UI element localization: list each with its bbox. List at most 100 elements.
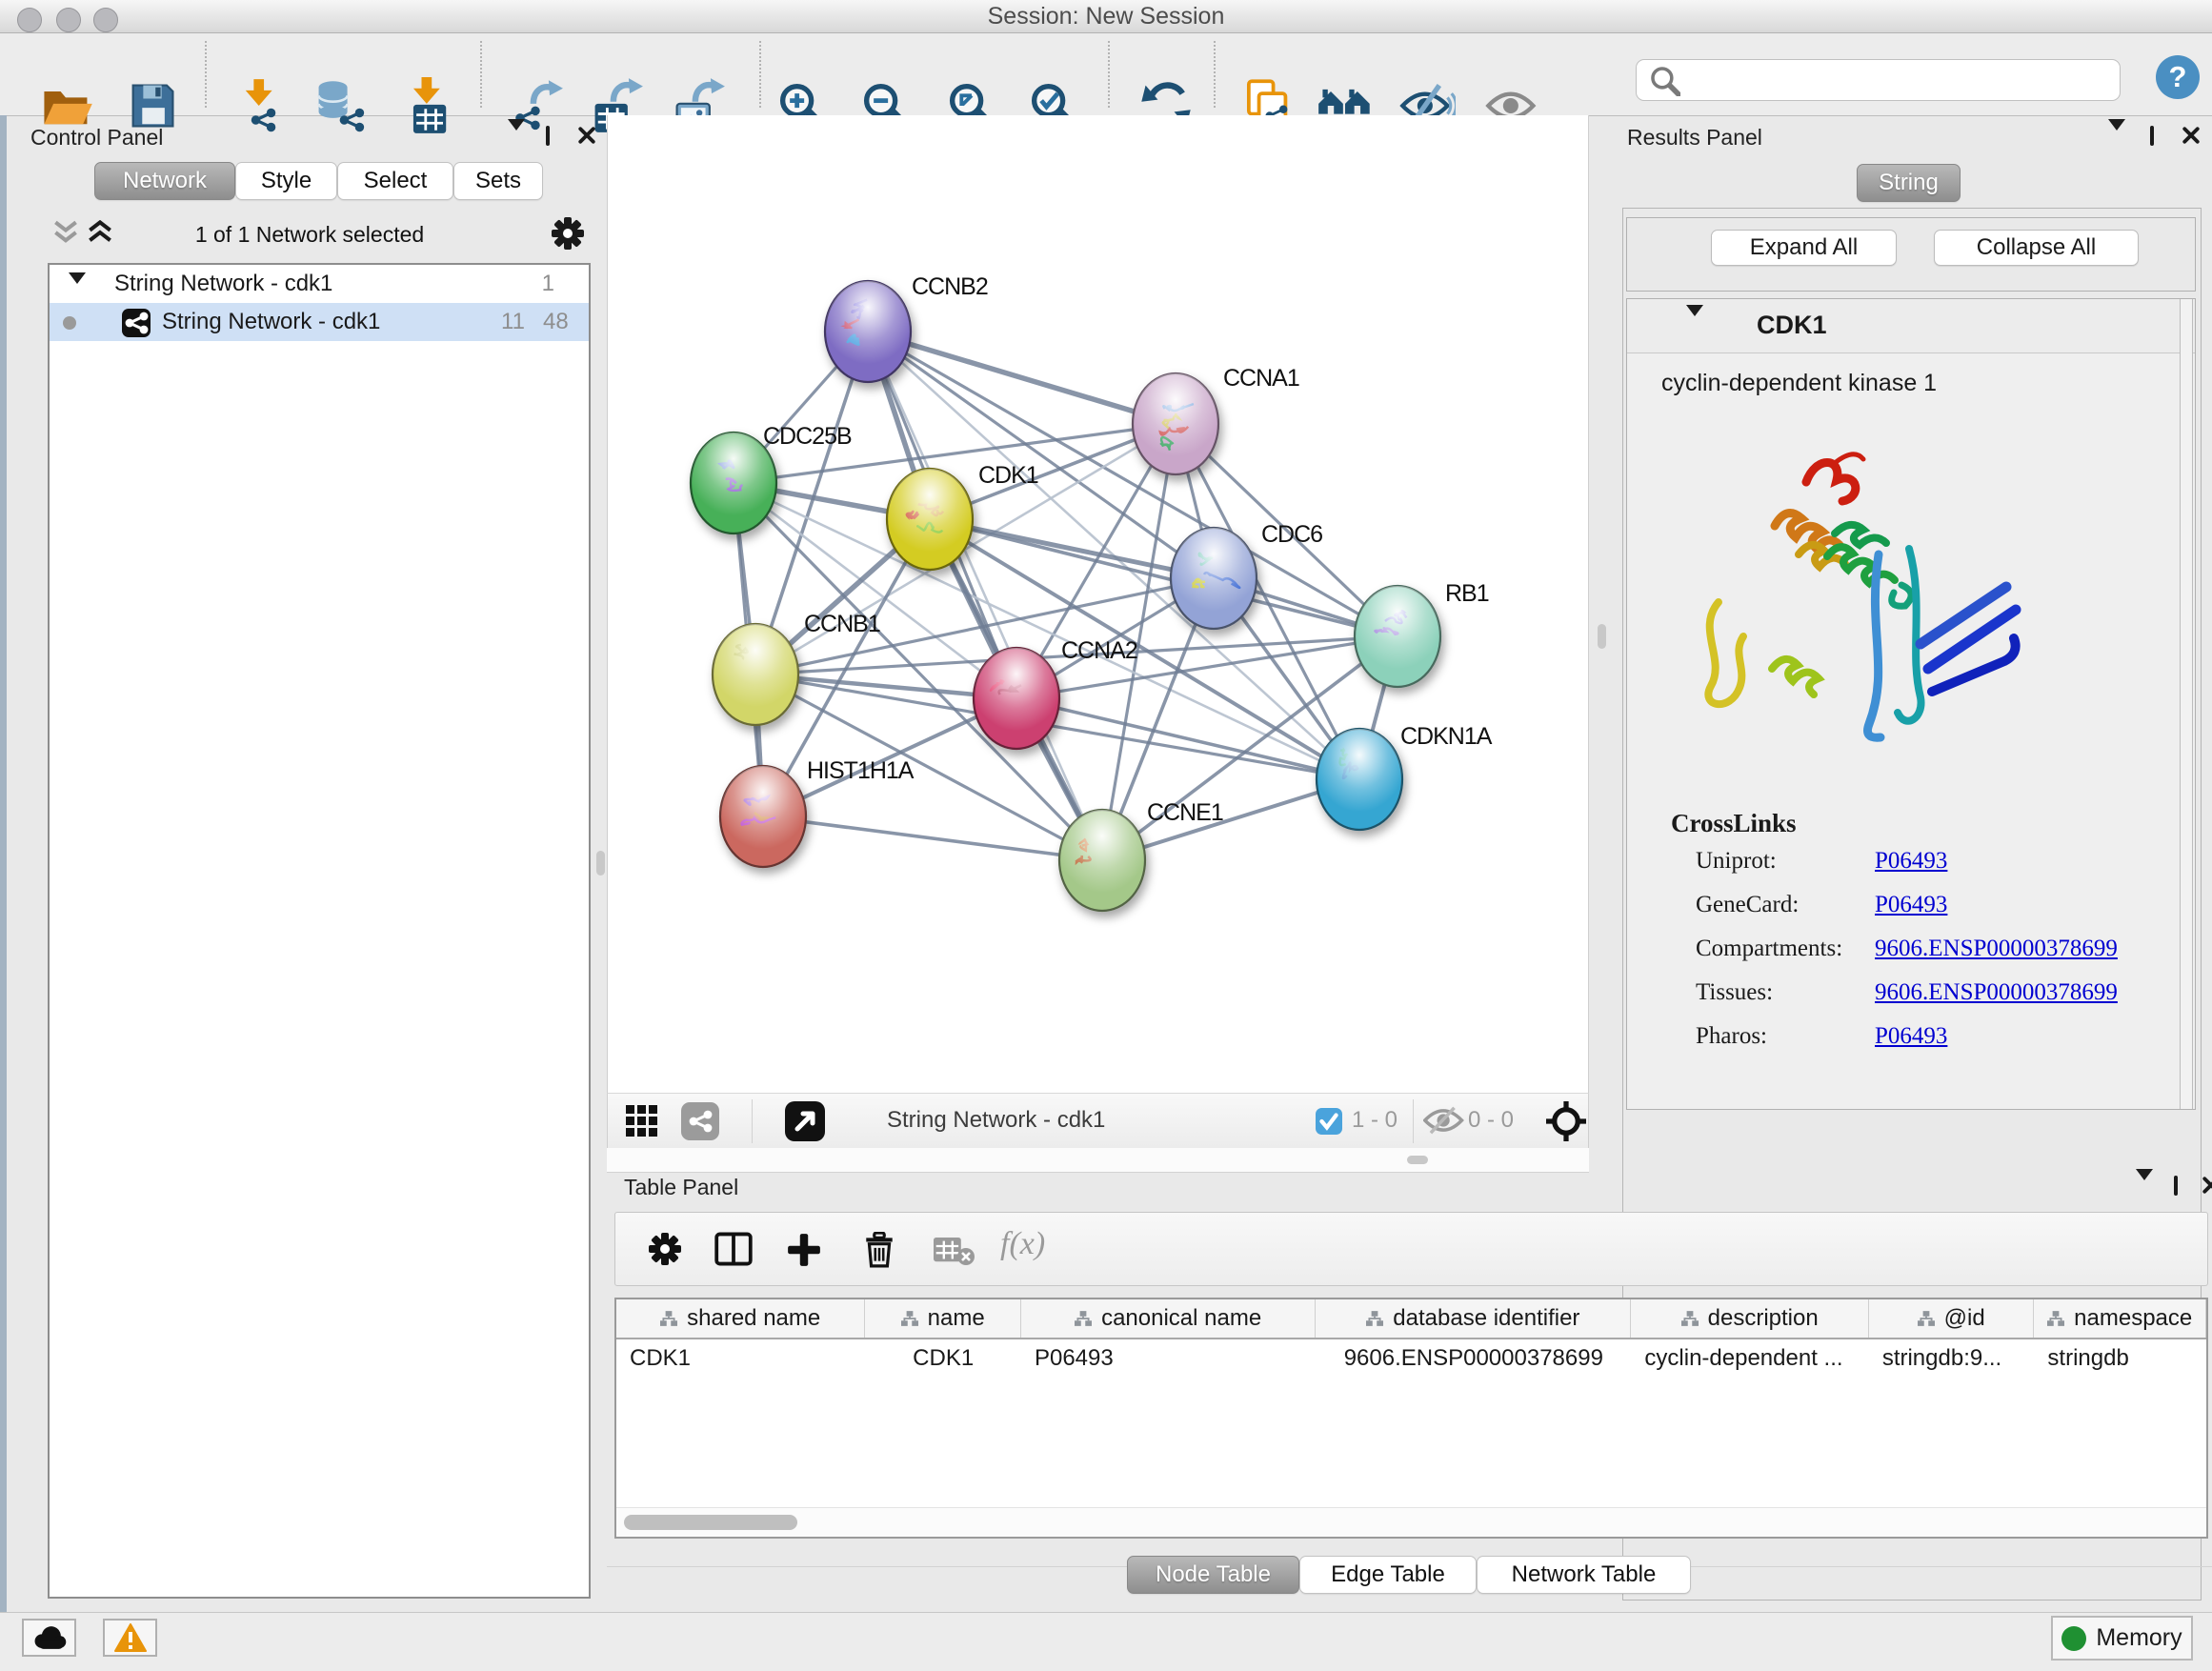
- selected-checkbox-icon[interactable]: [1316, 1108, 1342, 1139]
- tab-edge-table[interactable]: Edge Table: [1299, 1556, 1477, 1594]
- node-label-CDK1: CDK1: [978, 462, 1038, 489]
- right-splitter-grab-dot[interactable]: [1598, 624, 1606, 649]
- toolbar-separator: [480, 41, 482, 108]
- column-header-database-identifier[interactable]: database identifier: [1316, 1299, 1631, 1338]
- birds-eye-view-icon[interactable]: [624, 1103, 660, 1144]
- table-cell[interactable]: 9606.ENSP00000378699: [1316, 1339, 1631, 1378]
- network-node-CCNA1[interactable]: [1133, 373, 1218, 474]
- network-node-CCNA2[interactable]: [974, 648, 1059, 749]
- network-edge[interactable]: [763, 816, 1102, 860]
- open-in-window-icon[interactable]: [785, 1101, 825, 1146]
- toolbar-separator: [205, 41, 207, 108]
- center-view-crosshair-icon[interactable]: [1546, 1101, 1586, 1146]
- tab-style[interactable]: Style: [235, 162, 337, 200]
- crosslink-link[interactable]: P06493: [1875, 892, 1947, 918]
- crosslink-link[interactable]: 9606.ENSP00000378699: [1875, 979, 2118, 1006]
- tab-network-table[interactable]: Network Table: [1477, 1556, 1691, 1594]
- tab-string[interactable]: String: [1857, 164, 1961, 202]
- collapse-all-button[interactable]: Collapse All: [1934, 230, 2139, 266]
- expand-all-button[interactable]: Expand All: [1711, 230, 1897, 266]
- node-details-header[interactable]: CDK1: [1627, 299, 2195, 353]
- tab-select[interactable]: Select: [337, 162, 453, 200]
- network-node-CDK1[interactable]: [887, 469, 973, 570]
- collapse-section-icon[interactable]: [1686, 316, 1703, 333]
- results-scrollbar-track[interactable]: [2180, 299, 2193, 1109]
- table-cell[interactable]: stringdb: [2034, 1339, 2206, 1378]
- table-row[interactable]: CDK1CDK1P064939606.ENSP00000378699cyclin…: [616, 1339, 2206, 1378]
- panel-float-icon[interactable]: [546, 128, 550, 145]
- table-hscrollbar-track[interactable]: [616, 1507, 2206, 1537]
- panel-float-icon[interactable]: [2150, 128, 2154, 145]
- column-header-namespace[interactable]: namespace: [2034, 1299, 2206, 1338]
- table-cell[interactable]: P06493: [1021, 1339, 1316, 1378]
- tab-network[interactable]: Network: [94, 162, 235, 200]
- window-titlebar: Session: New Session: [0, 0, 2212, 33]
- crosslink-label: Compartments:: [1696, 936, 1842, 962]
- network-tree-child-row[interactable]: String Network - cdk1 11 48: [50, 303, 589, 341]
- hidden-eye-icon[interactable]: [1423, 1106, 1465, 1139]
- show-columns-icon[interactable]: [714, 1232, 753, 1271]
- panel-menu-icon[interactable]: [508, 131, 525, 148]
- table-header-row[interactable]: shared namenamecanonical namedatabase id…: [616, 1299, 2206, 1339]
- column-header-@id[interactable]: @id: [1869, 1299, 2035, 1338]
- column-header-shared-name[interactable]: shared name: [616, 1299, 865, 1338]
- warning-status-icon[interactable]: [103, 1619, 157, 1657]
- network-view-canvas[interactable]: CCNB2CCNA1CDC25BCDK1CDC6RB1CCNB1CCNA2CDK…: [607, 115, 1589, 1093]
- network-node-RB1[interactable]: [1355, 586, 1440, 687]
- protein-structure-image: [1684, 442, 2056, 756]
- column-header-description[interactable]: description: [1631, 1299, 1868, 1338]
- table-options-gear-icon[interactable]: [648, 1232, 682, 1271]
- left-splitter-grab-dot[interactable]: [596, 851, 605, 876]
- network-node-CDKN1A[interactable]: [1317, 729, 1402, 830]
- panel-close-icon[interactable]: [2202, 1177, 2212, 1198]
- column-type-icon: [660, 1311, 677, 1326]
- network-edge[interactable]: [868, 332, 1176, 424]
- column-header-name[interactable]: name: [865, 1299, 1021, 1338]
- add-column-icon[interactable]: [786, 1232, 822, 1273]
- network-edge[interactable]: [930, 519, 1398, 636]
- crosslink-link[interactable]: P06493: [1875, 1023, 1947, 1050]
- panel-float-icon[interactable]: [2174, 1178, 2178, 1195]
- delete-table-icon[interactable]: [934, 1238, 975, 1271]
- memory-button[interactable]: Memory: [2051, 1616, 2193, 1661]
- memory-status-dot: [2061, 1626, 2086, 1651]
- function-builder-icon[interactable]: f(x): [1000, 1226, 1045, 1262]
- status-bar: Memory: [0, 1612, 2212, 1671]
- results-panel-title: Results Panel: [1627, 125, 1762, 151]
- crosslink-row: Tissues:9606.ENSP00000378699: [1627, 970, 2161, 1014]
- network-options-gear-icon[interactable]: [551, 216, 585, 255]
- panel-close-icon[interactable]: [578, 127, 595, 149]
- network-share-badge-icon[interactable]: [681, 1102, 719, 1145]
- cloud-status-icon[interactable]: [22, 1619, 76, 1657]
- network-tree-root-row[interactable]: String Network - cdk1 1: [50, 265, 589, 303]
- table-panel-title: Table Panel: [624, 1175, 738, 1200]
- panel-close-icon[interactable]: [2182, 127, 2200, 149]
- network-node-HIST1H1A[interactable]: [720, 766, 806, 867]
- tab-sets[interactable]: Sets: [453, 162, 543, 200]
- crosslinks-section: CrossLinks Uniprot:P06493GeneCard:P06493…: [1627, 809, 2161, 1057]
- crosslink-link[interactable]: P06493: [1875, 848, 1947, 875]
- search-input[interactable]: [1680, 66, 2120, 94]
- network-node-CCNE1[interactable]: [1059, 810, 1145, 911]
- panel-menu-icon[interactable]: [2136, 1180, 2153, 1198]
- help-icon[interactable]: ?: [2156, 55, 2200, 99]
- table-hscrollbar-thumb[interactable]: [624, 1515, 797, 1530]
- network-node-CCNB1[interactable]: [713, 624, 798, 725]
- table-cell[interactable]: CDK1: [616, 1339, 865, 1378]
- network-node-CDC6[interactable]: [1171, 528, 1257, 629]
- panel-menu-icon[interactable]: [2108, 131, 2125, 148]
- splitter-grab-dot[interactable]: [1407, 1156, 1428, 1164]
- horizontal-splitter[interactable]: [607, 1148, 1589, 1173]
- crosslink-link[interactable]: 9606.ENSP00000378699: [1875, 936, 2118, 962]
- table-cell[interactable]: cyclin-dependent ...: [1631, 1339, 1868, 1378]
- table-cell[interactable]: CDK1: [865, 1339, 1021, 1378]
- delete-column-icon[interactable]: [862, 1232, 896, 1273]
- table-cell[interactable]: stringdb:9...: [1869, 1339, 2035, 1378]
- column-header-canonical-name[interactable]: canonical name: [1021, 1299, 1316, 1338]
- tab-node-table[interactable]: Node Table: [1127, 1556, 1299, 1594]
- crosslink-row: Compartments: 9606.ENSP00000378699: [1627, 926, 2161, 970]
- collapse-all-networks-icon[interactable]: [51, 220, 80, 250]
- network-node-CCNB2[interactable]: [825, 281, 911, 382]
- crosslink-row: Uniprot:P06493: [1627, 838, 2161, 882]
- network-selection-status: 1 of 1 Network selected: [99, 222, 520, 248]
